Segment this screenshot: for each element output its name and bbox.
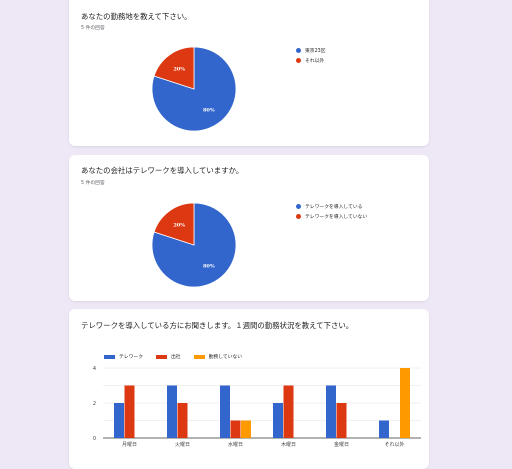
x-tick-label: 水曜日: [228, 441, 243, 448]
pie-data-label: 20%: [173, 67, 185, 73]
bar[interactable]: [400, 368, 410, 438]
legend-item[interactable]: テレワークを導入している: [296, 201, 367, 211]
x-tick-label: 木曜日: [281, 441, 296, 448]
legend-label: それ以外: [305, 58, 325, 64]
bar[interactable]: [114, 403, 124, 438]
x-tick-label: 火曜日: [175, 442, 190, 448]
bar[interactable]: [220, 385, 230, 439]
response-count: 5 件の回答: [81, 181, 105, 186]
question-card-weekly-status: テレワークを導入している方にお聞きします。１週間の勤務状況を教えて下さい。 テレ…: [69, 309, 429, 469]
x-tick-label: それ以外: [384, 441, 404, 448]
legend-label: テレワークを導入している: [305, 204, 363, 210]
legend-dot-icon: [296, 57, 301, 63]
bar[interactable]: [241, 420, 251, 439]
pie-data-label: 80%: [203, 107, 215, 113]
x-tick-label: 月曜日: [122, 442, 137, 448]
bar[interactable]: [273, 403, 283, 438]
pie-data-label: 80%: [203, 263, 215, 269]
bar[interactable]: [336, 403, 347, 438]
bar[interactable]: [167, 385, 177, 439]
response-count: 5 件の回答: [81, 26, 105, 31]
pie-chart[interactable]: 80% 20%: [149, 44, 239, 134]
bar[interactable]: [283, 385, 294, 439]
legend-dot-icon: [296, 213, 301, 219]
pie-chart[interactable]: 80% 20%: [149, 200, 239, 290]
question-card-telework-adoption: あなたの会社はテレワークを導入していますか。 5 件の回答 80% 20% テレワ…: [69, 155, 429, 301]
bar[interactable]: [230, 420, 241, 439]
x-tick-label: 金曜日: [334, 441, 349, 448]
chart-legend: テレワークを導入している テレワークを導入していない: [296, 201, 367, 221]
legend-item[interactable]: テレワークを導入していない: [296, 211, 367, 221]
legend-dot-icon: [296, 47, 301, 53]
question-title: あなたの会社はテレワークを導入していますか。: [81, 166, 244, 175]
bar[interactable]: [379, 420, 389, 439]
bar[interactable]: [326, 385, 336, 439]
legend-item[interactable]: それ以外: [296, 55, 326, 65]
bar-chart: 0 2 4 月曜日 火曜日 水曜日 木曜日 金曜日 それ以外: [93, 366, 421, 448]
question-card-work-location: あなたの勤務地を教えて下さい。 5 件の回答 80% 20% 東京23区 それ以外: [69, 0, 429, 146]
legend-label: テレワークを導入していない: [305, 214, 368, 220]
legend-item[interactable]: 東京23区: [296, 45, 326, 55]
pie-data-label: 20%: [173, 223, 185, 229]
bar[interactable]: [124, 385, 135, 439]
y-tick-label: 0: [93, 436, 96, 442]
legend-label: 東京23区: [305, 48, 326, 54]
legend-dot-icon: [296, 203, 301, 209]
y-tick-label: 2: [93, 401, 96, 407]
chart-legend: 東京23区 それ以外: [296, 45, 326, 65]
bar[interactable]: [177, 403, 188, 438]
question-title: あなたの勤務地を教えて下さい。: [81, 12, 192, 21]
y-tick-label: 4: [93, 366, 96, 372]
